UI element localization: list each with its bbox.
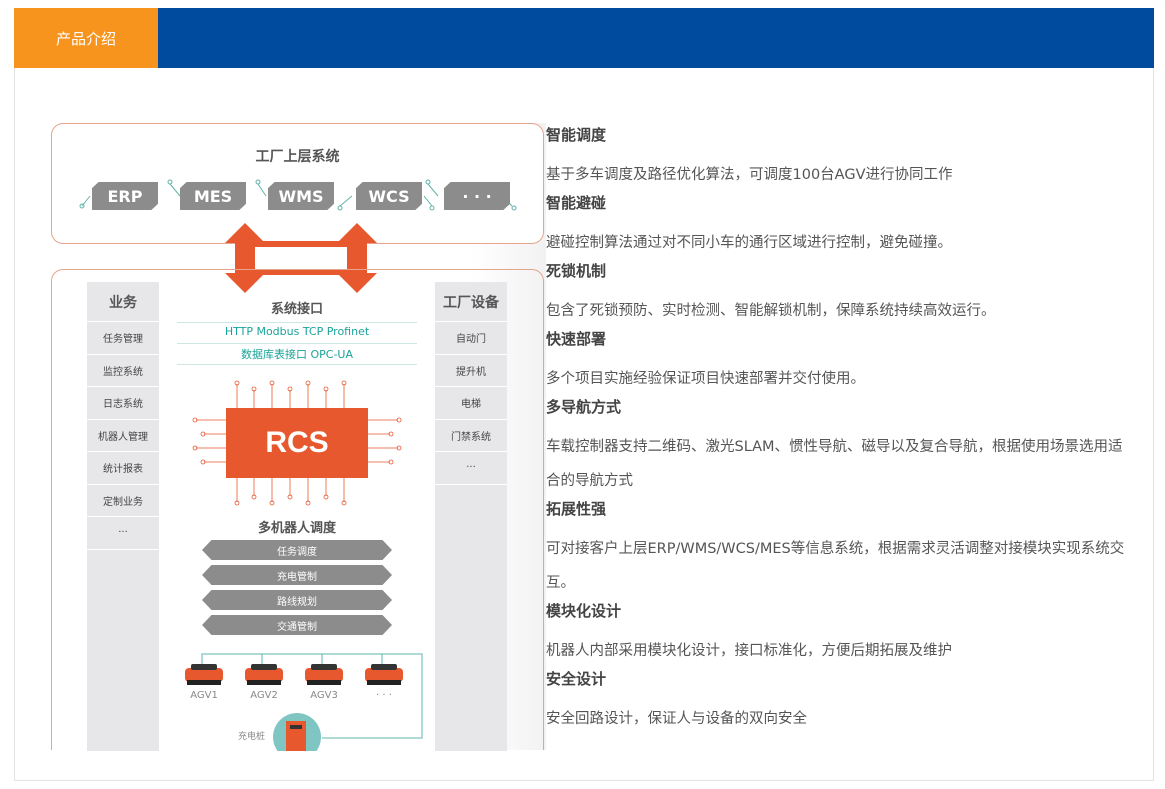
equipment-item: 自动门 — [435, 322, 507, 355]
system-tag: WMS — [268, 182, 334, 210]
agv-icon — [245, 664, 283, 685]
business-item: 监控系统 — [87, 355, 159, 387]
business-item: 任务管理 — [87, 322, 159, 355]
equipment-item: 电梯 — [435, 387, 507, 420]
feature-title: 模块化设计 — [546, 602, 622, 620]
agv-icon — [305, 664, 343, 685]
feature-title: 智能调度 — [546, 126, 607, 144]
agv-icon — [365, 664, 403, 685]
scheduling-item: 交通管制 — [202, 615, 392, 635]
agv-label: · · · — [376, 690, 392, 701]
divider — [177, 343, 417, 344]
tab-product-intro[interactable]: 产品介绍 — [14, 8, 158, 68]
equipment-item: ··· — [435, 452, 507, 485]
feature-desc: 安全回路设计，保证人与设备的双向安全 — [546, 711, 807, 727]
feature-title: 智能避碰 — [546, 194, 607, 212]
system-tag: MES — [180, 182, 246, 210]
feature-list: 智能调度 基于多车调度及路径优化算法，可调度100台AGV进行协同工作 智能避碰… — [546, 124, 1136, 736]
business-column: 业务 任务管理 监控系统 日志系统 机器人管理 统计报表 定制业务 ··· — [87, 282, 159, 751]
business-item: 定制业务 — [87, 485, 159, 517]
feature-title: 安全设计 — [546, 670, 607, 688]
content-panel: 工厂上层系统 ERP MES WMS WCS · · · 业务 任务管理 监控系… — [14, 68, 1154, 781]
agv-label: AGV3 — [310, 690, 338, 701]
equipment-item: 提升机 — [435, 355, 507, 387]
upper-systems-row: ERP MES WMS WCS · · · — [92, 182, 510, 210]
feature-desc: 基于多车调度及路径优化算法，可调度100台AGV进行协同工作 — [546, 167, 953, 183]
feature-desc: 多个项目实施经验保证项目快速部署并交付使用。 — [546, 371, 865, 387]
equipment-item: 门禁系统 — [435, 420, 507, 452]
scheduling-item: 路线规划 — [202, 590, 392, 610]
system-tag: · · · — [444, 182, 510, 210]
feature-desc: 机器人内部采用模块化设计，接口标准化，方便后期拓展及维护 — [546, 643, 952, 659]
system-tag: ERP — [92, 182, 158, 210]
charger-label: 充电桩 — [238, 732, 266, 742]
rcs-box: RCS — [226, 408, 368, 478]
business-item: 机器人管理 — [87, 420, 159, 452]
system-tag: WCS — [356, 182, 422, 210]
scheduling-title: 多机器人调度 — [257, 521, 336, 536]
feature-title: 多导航方式 — [546, 398, 622, 416]
scheduling-item: 充电管制 — [202, 565, 392, 585]
agv-icon — [185, 664, 223, 685]
interface-title: 系统接口 — [270, 302, 323, 317]
divider — [177, 364, 417, 365]
divider — [177, 322, 417, 323]
business-item: ··· — [87, 517, 159, 550]
header-bar: 产品介绍 — [14, 8, 1154, 68]
feature-desc: 可对接客户上层ERP/WMS/WCS/MES等信息系统，根据需求灵活调整对接模块… — [546, 541, 1125, 591]
equipment-column: 工厂设备 自动门 提升机 电梯 门禁系统 ··· — [435, 282, 507, 751]
feature-desc: 包含了死锁预防、实时检测、智能解锁机制，保障系统持续高效运行。 — [546, 303, 996, 319]
equipment-title: 工厂设备 — [435, 282, 507, 322]
business-title: 业务 — [87, 282, 159, 322]
feature-title: 死锁机制 — [546, 262, 607, 280]
protocols-line-2: 数据库表接口 OPC-UA — [240, 348, 353, 361]
feature-title: 快速部署 — [546, 330, 607, 348]
feature-desc: 避碰控制算法通过对不同小车的通行区域进行控制，避免碰撞。 — [546, 235, 952, 251]
business-item: 日志系统 — [87, 387, 159, 420]
system-architecture-diagram: 工厂上层系统 ERP MES WMS WCS · · · 业务 任务管理 监控系… — [51, 123, 546, 751]
scheduling-item: 任务调度 — [202, 540, 392, 560]
protocols-line-1: HTTP Modbus TCP Profinet — [224, 325, 370, 338]
charger-icon — [273, 713, 321, 751]
feature-desc: 车载控制器支持二维码、激光SLAM、惯性导航、磁导以及复合导航，根据使用场景选用… — [546, 439, 1123, 489]
rcs-system-panel: 业务 任务管理 监控系统 日志系统 机器人管理 统计报表 定制业务 ··· 工厂… — [51, 269, 544, 751]
feature-title: 拓展性强 — [546, 500, 607, 518]
business-item: 统计报表 — [87, 452, 159, 485]
agv-label: AGV2 — [250, 690, 278, 701]
agv-label: AGV1 — [190, 690, 218, 701]
